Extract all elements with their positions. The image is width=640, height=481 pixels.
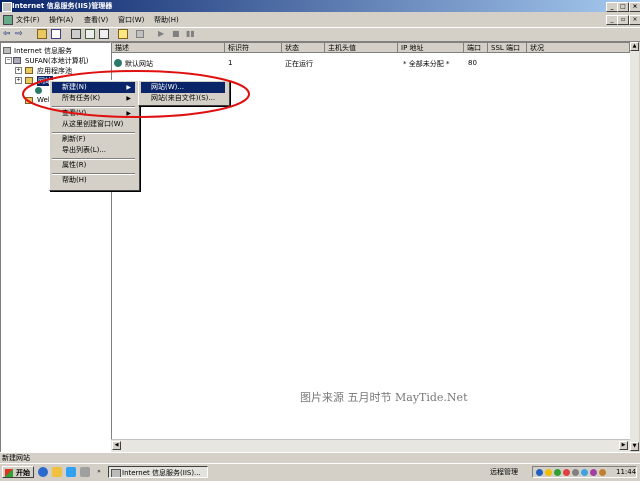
row-port: 80 [468, 59, 477, 67]
vertical-scrollbar[interactable]: ▲ ▼ [630, 42, 639, 451]
menu-view[interactable]: 查看(V) [84, 15, 108, 25]
scroll-right-icon[interactable]: ▶ [619, 441, 628, 450]
explorer-icon[interactable] [52, 467, 62, 477]
col-state[interactable]: 状态 [282, 43, 325, 53]
tree-computer[interactable]: SUFAN(本地计算机) [25, 56, 88, 66]
row-ip: * 全部未分配 * [403, 60, 450, 68]
col-port[interactable]: 端口 [464, 43, 488, 53]
maximize-button[interactable]: □ [617, 2, 629, 12]
menu-file[interactable]: 文件(F) [16, 15, 40, 25]
ctx-new-window[interactable]: 从这里创建窗口(W) [52, 119, 135, 130]
ctx-help[interactable]: 帮助(H) [52, 175, 135, 186]
computer-node-icon [13, 57, 21, 64]
ctx-refresh[interactable]: 刷新(F) [52, 134, 135, 145]
computer-icon[interactable] [136, 30, 144, 38]
volume-icon[interactable] [572, 469, 579, 476]
col-ssl[interactable]: SSL 端口 [488, 43, 527, 53]
title-bar: Internet 信息服务(IIS)管理器 _ □ × [0, 0, 640, 12]
col-ip[interactable]: IP 地址 [398, 43, 464, 53]
toolbar: ⇦ ⇨ ▶ ■ ▮▮ [0, 27, 640, 42]
website-icon [114, 59, 122, 67]
iis-task-icon [111, 469, 121, 477]
alert-icon[interactable] [563, 469, 570, 476]
iis-icon [3, 47, 11, 54]
menu-window[interactable]: 窗口(W) [118, 15, 144, 25]
close-button[interactable]: × [629, 2, 640, 12]
col-desc[interactable]: 描述 [112, 43, 225, 53]
help-icon[interactable] [118, 29, 128, 39]
stop-icon[interactable]: ■ [172, 29, 182, 39]
col-id[interactable]: 标识符 [225, 43, 282, 53]
remote-admin-label[interactable]: 远程管理 [490, 466, 518, 478]
scroll-down-icon[interactable]: ▼ [630, 442, 639, 451]
scroll-up-icon[interactable]: ▲ [630, 42, 639, 51]
forward-icon[interactable]: ⇨ [15, 29, 25, 39]
mdi-restore-button[interactable]: ▫ [617, 15, 629, 25]
show-tree-icon[interactable] [51, 29, 61, 39]
network-icon[interactable] [536, 469, 543, 476]
back-icon[interactable]: ⇦ [3, 29, 13, 39]
ime-icon[interactable] [590, 469, 597, 476]
tree-expand-icon[interactable]: − [5, 57, 12, 64]
start-label: 开始 [16, 469, 30, 477]
horizontal-scrollbar[interactable]: ◀ ▶ [111, 439, 630, 452]
antivirus-icon[interactable] [554, 469, 561, 476]
up-folder-icon[interactable] [37, 29, 47, 39]
mmc-icon [3, 15, 13, 25]
menu-bar: 文件(F) 操作(A) 查看(V) 窗口(W) 帮助(H) _ ▫ × [0, 13, 640, 26]
properties-icon[interactable] [71, 29, 81, 39]
ctx-properties[interactable]: 属性(R) [52, 160, 135, 171]
row-state: 正在运行 [285, 60, 313, 68]
ie-icon[interactable] [38, 467, 48, 477]
overflow-chevron-icon[interactable]: » [94, 467, 104, 477]
qq-icon[interactable] [545, 469, 552, 476]
highlight-ellipse [22, 70, 250, 118]
quicklaunch-icon[interactable] [80, 467, 90, 477]
messenger-icon[interactable] [581, 469, 588, 476]
taskbar-iis-button[interactable]: Internet 信息服务(IIS)... [108, 466, 208, 478]
start-icon[interactable]: ▶ [158, 29, 168, 39]
pause-icon[interactable]: ▮▮ [186, 29, 196, 39]
menu-action[interactable]: 操作(A) [49, 15, 73, 25]
menu-help[interactable]: 帮助(H) [154, 15, 179, 25]
col-host[interactable]: 主机头值 [325, 43, 398, 53]
window-title: Internet 信息服务(IIS)管理器 [12, 2, 113, 10]
taskbar: 开始 » Internet 信息服务(IIS)... 远程管理 11:44 [0, 463, 640, 481]
refresh-icon[interactable] [85, 29, 95, 39]
tree-root[interactable]: Internet 信息服务 [14, 46, 72, 56]
col-status[interactable]: 状况 [527, 43, 630, 53]
tray-app-icon[interactable] [599, 469, 606, 476]
row-id: 1 [228, 59, 233, 67]
windows-logo-icon [5, 469, 13, 477]
watermark: 图片来源 五月时节 MayTide.Net [300, 391, 468, 404]
taskbar-iis-label: Internet 信息服务(IIS)... [122, 469, 201, 477]
export-list-icon[interactable] [99, 29, 109, 39]
desktop-icon[interactable] [66, 467, 76, 477]
ctx-export-list[interactable]: 导出列表(L)... [52, 145, 135, 156]
start-button[interactable]: 开始 [2, 466, 34, 478]
clock[interactable]: 11:44 [616, 467, 636, 477]
system-tray: 11:44 [532, 466, 637, 478]
mdi-close-button[interactable]: × [629, 15, 640, 25]
scroll-left-icon[interactable]: ◀ [112, 441, 121, 450]
app-icon [2, 2, 12, 12]
